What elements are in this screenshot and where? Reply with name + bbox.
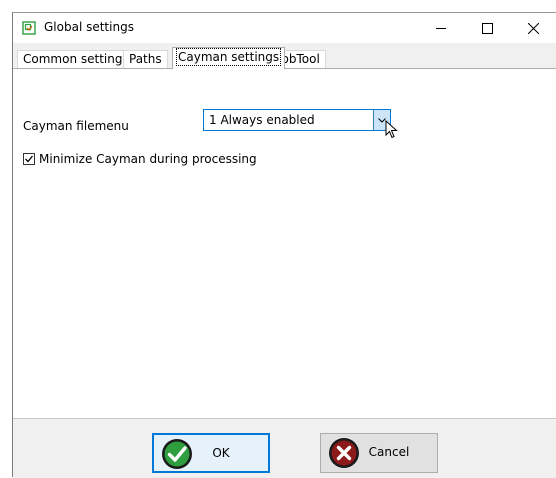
minimize-button[interactable] xyxy=(418,13,464,43)
close-button[interactable] xyxy=(510,13,556,43)
cayman-settings-panel: Cayman filemenu 1 Always enabled Minimiz… xyxy=(13,68,556,418)
cayman-filemenu-label: Cayman filemenu xyxy=(23,119,129,133)
app-icon xyxy=(22,21,36,35)
ok-button[interactable]: OK xyxy=(152,433,270,473)
mouse-pointer-icon xyxy=(385,120,398,139)
cancel-button[interactable]: Cancel xyxy=(320,433,438,473)
minimize-checkbox-row[interactable]: Minimize Cayman during processing xyxy=(23,152,257,166)
ok-button-label: OK xyxy=(212,446,230,460)
minimize-checkbox[interactable] xyxy=(23,153,35,165)
cancel-button-label: Cancel xyxy=(368,445,410,459)
close-icon xyxy=(527,22,539,34)
dialog-footer: OK Cancel xyxy=(13,418,556,478)
title-bar[interactable]: Global settings xyxy=(13,13,556,43)
tab-common-settings[interactable]: Common settings xyxy=(17,50,135,68)
checkmark-icon xyxy=(25,155,34,163)
tab-strip: Common settings Paths Cayman settings Jo… xyxy=(13,47,556,69)
maximize-icon xyxy=(481,22,493,34)
maximize-button[interactable] xyxy=(464,13,510,43)
cayman-filemenu-value: 1 Always enabled xyxy=(209,113,315,127)
tab-paths[interactable]: Paths xyxy=(123,50,168,68)
global-settings-window: Global settings Common settings Paths Ca… xyxy=(12,12,556,478)
cayman-filemenu-dropdown[interactable]: 1 Always enabled xyxy=(203,109,391,131)
window-title: Global settings xyxy=(44,20,134,34)
minimize-icon xyxy=(435,27,446,29)
minimize-checkbox-label: Minimize Cayman during processing xyxy=(39,152,257,166)
tab-cayman-settings[interactable]: Cayman settings xyxy=(172,47,286,69)
